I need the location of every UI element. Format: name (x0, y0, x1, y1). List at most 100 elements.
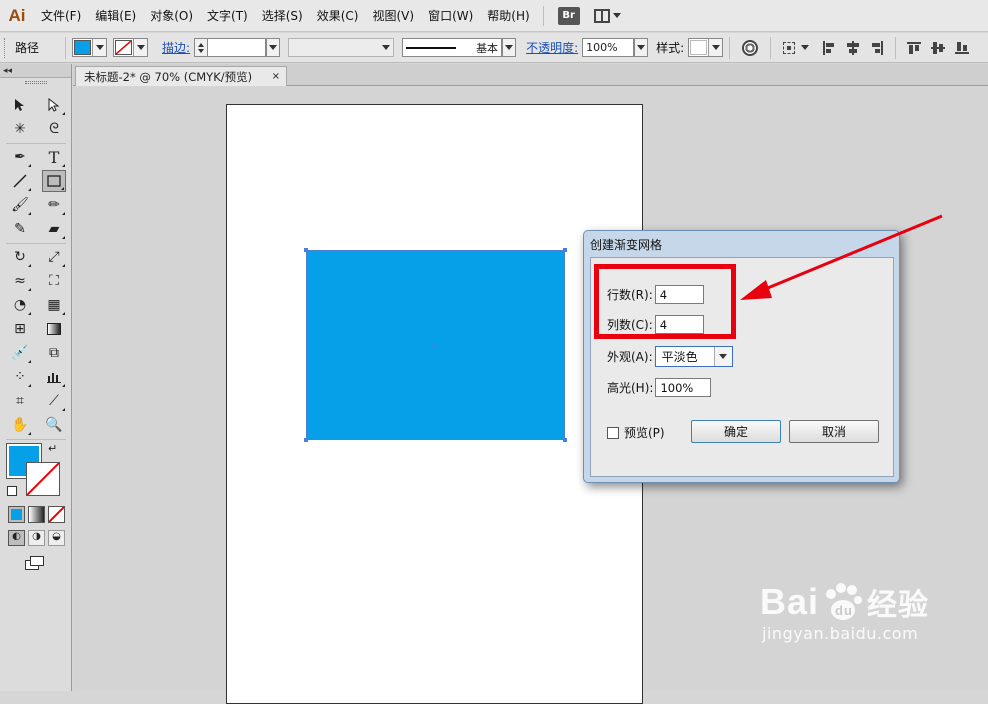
default-fill-stroke-icon[interactable] (7, 486, 17, 496)
menu-select[interactable]: 选择(S) (255, 0, 310, 32)
eraser-tool-icon[interactable]: ▰ (42, 218, 66, 240)
stroke-color-dropdown[interactable] (113, 38, 149, 57)
recolor-artwork-icon[interactable] (742, 39, 759, 56)
blend-tool-icon[interactable]: ⧉ (42, 342, 66, 364)
pen-tool-icon[interactable]: ✒ (8, 146, 32, 168)
stroke-color-box[interactable] (26, 462, 60, 496)
gradient-tool-icon[interactable] (42, 318, 66, 340)
direct-selection-tool-icon[interactable] (42, 94, 66, 116)
no-stroke-swatch (115, 40, 133, 55)
menu-type[interactable]: 文字(T) (200, 0, 255, 32)
eyedropper-tool-icon[interactable]: 💉 (8, 342, 32, 364)
opacity-dropdown[interactable] (634, 38, 649, 57)
opacity-label[interactable]: 不透明度: (526, 39, 578, 56)
collapse-panel-button[interactable]: ◂◂ (0, 64, 71, 78)
cancel-button[interactable]: 取消 (789, 420, 879, 443)
panel-grip[interactable] (4, 37, 7, 58)
opacity-field[interactable]: 100% (582, 38, 635, 57)
separator (895, 36, 897, 59)
none-mode-button[interactable] (48, 506, 65, 523)
highlight-box (594, 264, 736, 339)
menu-help[interactable]: 帮助(H) (480, 0, 536, 32)
bridge-button[interactable]: Br (557, 6, 580, 25)
selection-handle[interactable] (563, 248, 567, 252)
screen-mode-icon[interactable] (25, 556, 45, 570)
document-tab[interactable]: 未标题-2* @ 70% (CMYK/预览) × (75, 66, 287, 86)
scale-tool-icon[interactable]: ⤢ (42, 246, 66, 268)
hand-tool-icon[interactable]: ✋ (8, 414, 32, 436)
panel-grip[interactable] (0, 78, 71, 86)
menu-effect[interactable]: 效果(C) (310, 0, 366, 32)
draw-normal-icon[interactable]: ◐ (8, 530, 25, 546)
preview-label[interactable]: 预览(P) (624, 424, 665, 441)
rectangle-tool-icon[interactable] (42, 170, 66, 192)
brush-definition-dropdown[interactable]: 基本 (402, 38, 503, 57)
close-icon[interactable]: × (272, 71, 280, 82)
tools-panel: ◂◂ ✳ ᘓ ✒ T 🖌 ✏ ✎ ▰ ↻ ⤢ ≈ ⛶ ◔ ▦ ⊞ 💉 ⧉ ⁘ ⌗… (0, 64, 72, 691)
artboard-tool-icon[interactable]: ⌗ (8, 390, 32, 412)
document-tab-bar: 未标题-2* @ 70% (CMYK/预览) × (73, 64, 988, 86)
paintbrush-tool-icon[interactable]: 🖌 (8, 194, 32, 216)
stroke-weight-field[interactable] (208, 38, 267, 57)
shape-builder-tool-icon[interactable]: ◔ (8, 294, 32, 316)
align-bottom-icon[interactable] (954, 40, 970, 56)
type-tool-icon[interactable]: T (42, 146, 66, 168)
fill-color-dropdown[interactable] (72, 38, 108, 57)
menu-separator (542, 5, 544, 26)
selection-handle[interactable] (563, 438, 567, 442)
selection-tool-icon[interactable] (8, 94, 32, 116)
workspace-switcher-button[interactable] (593, 8, 621, 23)
free-transform-tool-icon[interactable]: ⛶ (42, 270, 66, 292)
ok-button[interactable]: 确定 (691, 420, 781, 443)
rotate-tool-icon[interactable]: ↻ (8, 246, 32, 268)
stroke-weight-dropdown[interactable] (266, 38, 281, 57)
pencil-tool-icon[interactable]: ✏ (42, 194, 66, 216)
highlight-input[interactable]: 100% (655, 378, 712, 397)
fill-swatch (74, 40, 92, 55)
line-segment-tool-icon[interactable] (8, 170, 32, 192)
separator (729, 36, 731, 59)
align-top-icon[interactable] (906, 40, 922, 56)
menu-window[interactable]: 窗口(W) (421, 0, 480, 32)
draw-behind-icon[interactable]: ◑ (28, 530, 45, 546)
chevron-down-icon[interactable] (801, 45, 810, 50)
align-vertical-center-icon[interactable] (930, 40, 946, 56)
brush-dropdown-arrow[interactable] (502, 38, 517, 57)
menu-object[interactable]: 对象(O) (143, 0, 200, 32)
variable-width-profile[interactable] (288, 38, 395, 57)
separator (770, 36, 772, 59)
baidu-watermark: Bai du 经验 jingyan.baidu.com (760, 580, 929, 643)
width-tool-icon[interactable]: ≈ (8, 270, 32, 292)
align-horizontal-center-icon[interactable] (845, 40, 861, 56)
gradient-mode-button[interactable] (28, 506, 45, 523)
align-to-selection-icon[interactable] (781, 40, 797, 56)
stroke-style-value: 基本 (476, 41, 499, 55)
blob-brush-tool-icon[interactable]: ✎ (8, 218, 32, 240)
perspective-grid-tool-icon[interactable]: ▦ (42, 294, 66, 316)
align-left-icon[interactable] (821, 40, 837, 56)
appearance-select[interactable]: 平淡色 (654, 346, 733, 367)
stroke-weight-stepper[interactable] (194, 38, 209, 57)
selection-handle[interactable] (304, 248, 308, 252)
color-mode-button[interactable] (8, 506, 25, 523)
mesh-tool-icon[interactable]: ⊞ (8, 318, 32, 340)
chevron-down-icon (713, 347, 732, 366)
preview-checkbox[interactable] (607, 426, 619, 439)
stroke-weight-label[interactable]: 描边: (162, 39, 190, 56)
lasso-tool-icon[interactable]: ᘓ (42, 118, 66, 140)
magic-wand-tool-icon[interactable]: ✳ (8, 118, 32, 140)
symbol-sprayer-tool-icon[interactable]: ⁘ (8, 366, 32, 388)
zoom-tool-icon[interactable]: 🔍 (42, 414, 66, 436)
align-right-icon[interactable] (869, 40, 885, 56)
swap-fill-stroke-icon[interactable]: ↵ (48, 442, 57, 455)
draw-inside-icon[interactable]: ◒ (48, 530, 65, 546)
menu-file[interactable]: 文件(F) (34, 0, 88, 32)
graphic-style-dropdown[interactable] (688, 38, 724, 57)
workspace-icon (593, 8, 610, 23)
menu-view[interactable]: 视图(V) (365, 0, 421, 32)
menu-edit[interactable]: 编辑(E) (88, 0, 143, 32)
column-graph-tool-icon[interactable] (42, 366, 66, 388)
selection-handle[interactable] (304, 438, 308, 442)
stroke-preview-line (406, 46, 457, 49)
slice-tool-icon[interactable]: ⟋ (42, 390, 66, 412)
